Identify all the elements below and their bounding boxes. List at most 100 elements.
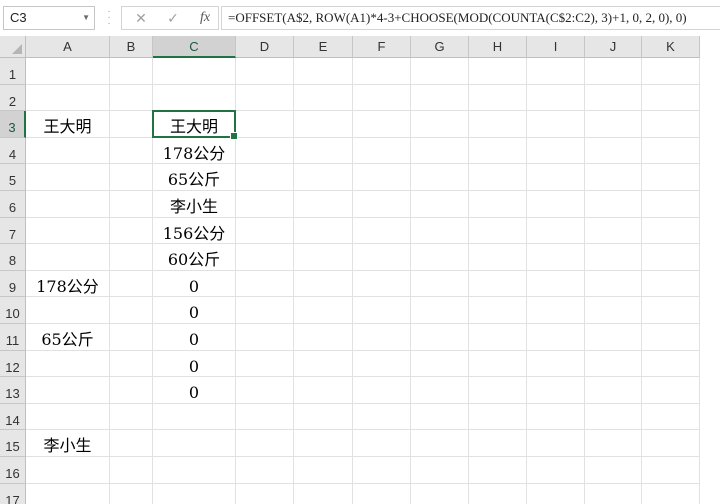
row-header-5[interactable]: 5	[0, 164, 26, 191]
cell-c2[interactable]	[153, 84, 236, 112]
cell-g2[interactable]	[411, 84, 469, 112]
cell-g8[interactable]	[411, 244, 469, 271]
cell-b11[interactable]	[110, 324, 153, 351]
cell-j17[interactable]	[585, 483, 642, 504]
cell-c12[interactable]: 0	[153, 350, 236, 378]
select-all-button[interactable]	[0, 36, 26, 58]
cell-i5[interactable]	[527, 164, 585, 191]
cell-g11[interactable]	[411, 324, 469, 351]
cell-d4[interactable]	[236, 137, 294, 165]
cell-j10[interactable]	[585, 297, 642, 324]
cell-e8[interactable]	[294, 244, 353, 271]
row-header-9[interactable]: 9	[0, 270, 26, 298]
cell-h11[interactable]	[469, 324, 527, 351]
cell-e16[interactable]	[294, 457, 353, 484]
chevron-down-icon[interactable]: ▼	[82, 7, 90, 29]
cell-h12[interactable]	[469, 350, 527, 378]
cell-d6[interactable]	[236, 191, 294, 218]
cell-j13[interactable]	[585, 377, 642, 404]
cell-a1[interactable]	[26, 58, 110, 85]
cell-a14[interactable]	[26, 403, 110, 431]
cell-j8[interactable]	[585, 244, 642, 271]
cell-a6[interactable]	[26, 191, 110, 218]
cell-k8[interactable]	[642, 244, 700, 271]
cell-d14[interactable]	[236, 403, 294, 431]
cell-j6[interactable]	[585, 191, 642, 218]
check-icon[interactable]: ✓	[158, 7, 188, 29]
cell-h8[interactable]	[469, 244, 527, 271]
cell-g12[interactable]	[411, 350, 469, 378]
cell-f2[interactable]	[353, 84, 411, 112]
cell-b14[interactable]	[110, 403, 153, 431]
cell-f3[interactable]	[353, 111, 411, 138]
column-header-g[interactable]: G	[411, 36, 469, 58]
cell-j16[interactable]	[585, 457, 642, 484]
cell-a15[interactable]: 李小生	[26, 430, 110, 457]
cell-f14[interactable]	[353, 403, 411, 431]
cell-f6[interactable]	[353, 191, 411, 218]
cell-e11[interactable]	[294, 324, 353, 351]
row-header-11[interactable]: 11	[0, 324, 26, 351]
cell-g15[interactable]	[411, 430, 469, 457]
cell-e7[interactable]	[294, 217, 353, 245]
cell-k7[interactable]	[642, 217, 700, 245]
cell-i3[interactable]	[527, 111, 585, 138]
cell-h6[interactable]	[469, 191, 527, 218]
cell-h1[interactable]	[469, 58, 527, 85]
cell-a8[interactable]	[26, 244, 110, 271]
cell-i7[interactable]	[527, 217, 585, 245]
cell-f13[interactable]	[353, 377, 411, 404]
column-header-e[interactable]: E	[294, 36, 353, 58]
cell-c7[interactable]: 156公分	[153, 217, 236, 245]
cell-e15[interactable]	[294, 430, 353, 457]
cell-a3[interactable]: 王大明	[26, 111, 110, 138]
formula-input[interactable]: =OFFSET(A$2, ROW(A1)*4-3+CHOOSE(MOD(COUN…	[221, 6, 720, 30]
cell-k10[interactable]	[642, 297, 700, 324]
cell-a16[interactable]	[26, 457, 110, 484]
cell-d1[interactable]	[236, 58, 294, 85]
cell-i8[interactable]	[527, 244, 585, 271]
cell-a13[interactable]	[26, 377, 110, 404]
cell-f15[interactable]	[353, 430, 411, 457]
cell-b12[interactable]	[110, 350, 153, 378]
cell-c13[interactable]: 0	[153, 377, 236, 404]
cell-c9[interactable]: 0	[153, 270, 236, 298]
cell-k9[interactable]	[642, 270, 700, 298]
cell-b16[interactable]	[110, 457, 153, 484]
cell-i10[interactable]	[527, 297, 585, 324]
cell-b13[interactable]	[110, 377, 153, 404]
cell-d13[interactable]	[236, 377, 294, 404]
cell-i2[interactable]	[527, 84, 585, 112]
cell-b2[interactable]	[110, 84, 153, 112]
row-header-7[interactable]: 7	[0, 217, 26, 245]
cell-k17[interactable]	[642, 483, 700, 504]
cell-h3[interactable]	[469, 111, 527, 138]
cell-k12[interactable]	[642, 350, 700, 378]
cell-d8[interactable]	[236, 244, 294, 271]
row-header-12[interactable]: 12	[0, 350, 26, 378]
cell-i1[interactable]	[527, 58, 585, 85]
cell-i16[interactable]	[527, 457, 585, 484]
cell-i6[interactable]	[527, 191, 585, 218]
cell-k1[interactable]	[642, 58, 700, 85]
cell-g9[interactable]	[411, 270, 469, 298]
row-header-10[interactable]: 10	[0, 297, 26, 324]
cell-f11[interactable]	[353, 324, 411, 351]
cell-c6[interactable]: 李小生	[153, 191, 236, 218]
cell-j14[interactable]	[585, 403, 642, 431]
cell-i9[interactable]	[527, 270, 585, 298]
cell-c17[interactable]	[153, 483, 236, 504]
cell-d12[interactable]	[236, 350, 294, 378]
cell-f17[interactable]	[353, 483, 411, 504]
cell-d2[interactable]	[236, 84, 294, 112]
insert-function-icon[interactable]: fx	[190, 7, 220, 29]
column-header-a[interactable]: A	[26, 36, 110, 58]
cell-a11[interactable]: 65公斤	[26, 324, 110, 351]
cell-a2[interactable]	[26, 84, 110, 112]
cell-k5[interactable]	[642, 164, 700, 191]
row-header-3[interactable]: 3	[0, 111, 26, 138]
cell-h7[interactable]	[469, 217, 527, 245]
row-header-6[interactable]: 6	[0, 191, 26, 218]
cell-g10[interactable]	[411, 297, 469, 324]
cell-h10[interactable]	[469, 297, 527, 324]
